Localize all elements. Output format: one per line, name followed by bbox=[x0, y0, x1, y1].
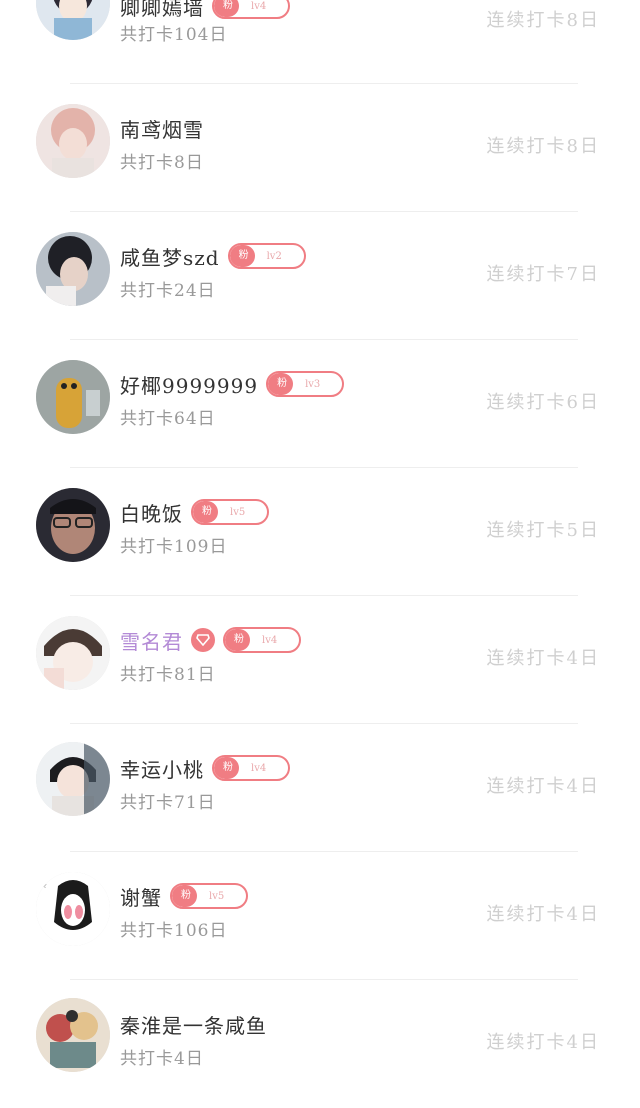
user-name[interactable]: 秦淮是一条咸鱼 bbox=[120, 1010, 267, 1039]
user-name[interactable]: 南鸢烟雪 bbox=[120, 114, 204, 143]
avatar[interactable] bbox=[36, 232, 110, 306]
fan-level-badge: 粉 lv4 bbox=[212, 755, 291, 781]
streak-checkin: 连续打卡8日 bbox=[486, 10, 600, 31]
total-checkin: 共打卡24日 bbox=[120, 281, 216, 301]
list-item[interactable]: 南鸢烟雪 共打卡8日 连续打卡8日 bbox=[0, 84, 640, 212]
total-checkin: 共打卡109日 bbox=[120, 537, 228, 557]
checkin-list: 卿卿嫣墙 粉 lv4 共打卡104日 连续打卡8日 南鸢烟雪 共打卡8日 连续打… bbox=[0, 0, 640, 1090]
avatar[interactable] bbox=[36, 488, 110, 562]
fan-level-badge: 粉 lv4 bbox=[212, 0, 291, 19]
svg-text:☆: ☆ bbox=[40, 881, 47, 890]
diamond-icon bbox=[191, 628, 215, 652]
total-checkin: 共打卡64日 bbox=[120, 409, 216, 429]
avatar[interactable] bbox=[36, 616, 110, 690]
streak-checkin: 连续打卡8日 bbox=[486, 136, 600, 157]
streak-checkin: 连续打卡4日 bbox=[486, 776, 600, 797]
avatar[interactable] bbox=[36, 360, 110, 434]
list-item[interactable]: 雪名君 粉 lv4 共打卡81日 连续打卡4日 bbox=[0, 596, 640, 724]
total-checkin: 共打卡104日 bbox=[120, 25, 228, 45]
user-name[interactable]: 谢蟹 bbox=[120, 882, 162, 911]
fan-level-badge: 粉 lv5 bbox=[170, 883, 249, 909]
total-checkin: 共打卡71日 bbox=[120, 793, 216, 813]
list-item[interactable]: 咸鱼梦szd 粉 lv2 共打卡24日 连续打卡7日 bbox=[0, 212, 640, 340]
list-item[interactable]: 卿卿嫣墙 粉 lv4 共打卡104日 连续打卡8日 bbox=[0, 0, 640, 84]
total-checkin: 共打卡106日 bbox=[120, 921, 228, 941]
streak-checkin: 连续打卡7日 bbox=[486, 264, 600, 285]
streak-checkin: 连续打卡4日 bbox=[486, 648, 600, 669]
streak-checkin: 连续打卡4日 bbox=[486, 904, 600, 925]
user-name[interactable]: 咸鱼梦szd bbox=[120, 242, 220, 271]
fan-level-badge: 粉 lv5 bbox=[191, 499, 270, 525]
list-item[interactable]: 秦淮是一条咸鱼 共打卡4日 连续打卡4日 bbox=[0, 980, 640, 1108]
streak-checkin: 连续打卡6日 bbox=[486, 392, 600, 413]
avatar[interactable] bbox=[36, 0, 110, 40]
total-checkin: 共打卡81日 bbox=[120, 665, 216, 685]
user-name[interactable]: 白晚饭 bbox=[120, 498, 183, 527]
avatar[interactable]: ☆ bbox=[36, 872, 110, 946]
streak-checkin: 连续打卡5日 bbox=[486, 520, 600, 541]
avatar[interactable] bbox=[36, 998, 110, 1072]
list-item[interactable]: 幸运小桃 粉 lv4 共打卡71日 连续打卡4日 bbox=[0, 724, 640, 852]
total-checkin: 共打卡8日 bbox=[120, 153, 204, 173]
avatar[interactable] bbox=[36, 104, 110, 178]
list-item[interactable]: ☆ 谢蟹 粉 lv5 共打卡106日 连续打卡4日 bbox=[0, 852, 640, 980]
avatar[interactable] bbox=[36, 742, 110, 816]
list-item[interactable]: 白晚饭 粉 lv5 共打卡109日 连续打卡5日 bbox=[0, 468, 640, 596]
fan-level-badge: 粉 lv4 bbox=[223, 627, 302, 653]
fan-level-badge: 粉 lv3 bbox=[266, 371, 345, 397]
user-name[interactable]: 好椰9999999 bbox=[120, 370, 258, 399]
streak-checkin: 连续打卡4日 bbox=[486, 1032, 600, 1053]
list-item[interactable]: 好椰9999999 粉 lv3 共打卡64日 连续打卡6日 bbox=[0, 340, 640, 468]
total-checkin: 共打卡4日 bbox=[120, 1049, 204, 1069]
fan-level-badge: 粉 lv2 bbox=[227, 243, 306, 269]
user-name[interactable]: 幸运小桃 bbox=[120, 754, 204, 783]
user-name[interactable]: 雪名君 bbox=[120, 626, 183, 655]
user-name[interactable]: 卿卿嫣墙 bbox=[120, 0, 204, 21]
